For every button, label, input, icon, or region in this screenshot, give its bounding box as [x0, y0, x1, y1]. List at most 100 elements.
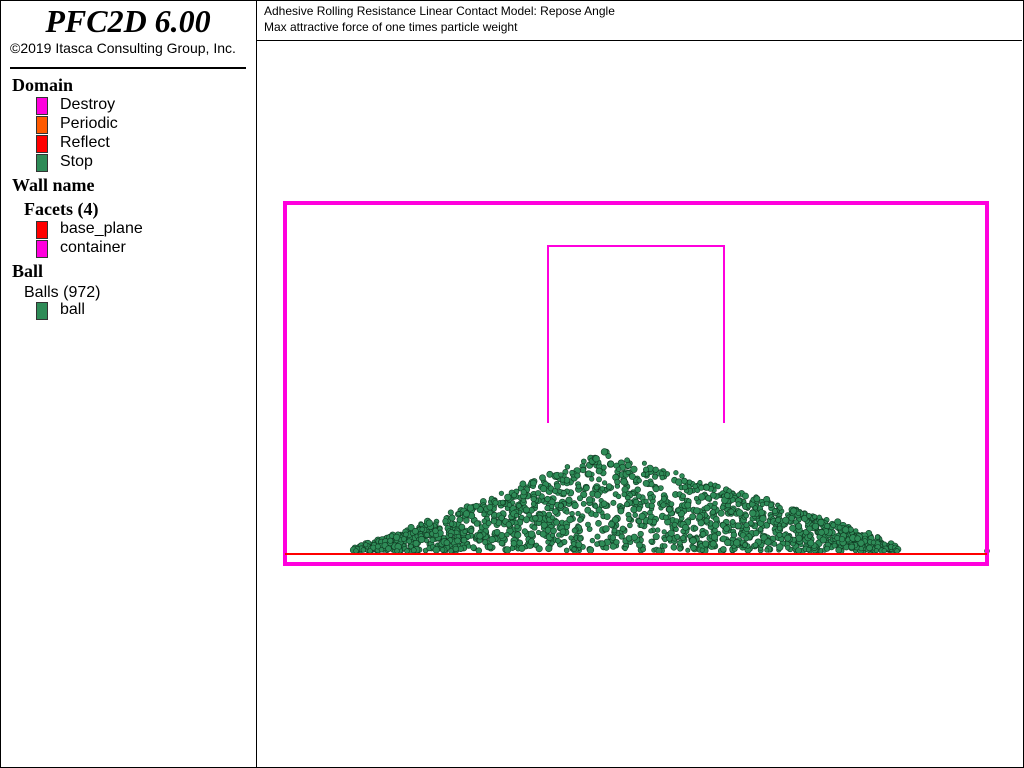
ball [566, 516, 574, 524]
ball [854, 535, 861, 542]
ball [648, 481, 655, 488]
ball [642, 466, 649, 473]
caption-line-2: Max attractive force of one times partic… [264, 20, 518, 34]
ball [394, 548, 400, 554]
ball [817, 518, 825, 526]
ball [730, 531, 738, 539]
ball [385, 545, 392, 552]
ball [614, 478, 621, 486]
ball [673, 470, 679, 476]
ball [620, 478, 628, 486]
ball [571, 527, 578, 534]
ball [575, 483, 582, 490]
ball [510, 540, 518, 547]
ball [842, 526, 850, 534]
ball [503, 546, 512, 554]
ball [752, 542, 759, 548]
ball [705, 495, 712, 502]
model-view[interactable] [257, 41, 1023, 767]
ball [743, 535, 750, 542]
ball [563, 547, 570, 554]
ball [710, 533, 719, 541]
ball [699, 531, 707, 538]
ball [677, 546, 683, 552]
ball [521, 528, 528, 535]
ball [564, 509, 570, 515]
ball [584, 506, 592, 514]
ball [473, 502, 480, 510]
ball [456, 511, 462, 517]
ball [764, 547, 770, 553]
ball [530, 501, 537, 507]
ball [544, 505, 551, 512]
ball [599, 486, 605, 492]
ball [811, 514, 818, 520]
ball [586, 546, 595, 554]
ball [466, 504, 474, 512]
ball [564, 464, 571, 470]
ball [753, 495, 761, 503]
ball [448, 532, 454, 538]
ball [595, 467, 603, 475]
ball [633, 498, 640, 506]
ball [795, 510, 802, 516]
legend-facets-title: Facets (4) [24, 199, 99, 219]
ball [406, 538, 412, 545]
ball [594, 533, 601, 540]
ball [554, 482, 561, 490]
ball [555, 537, 561, 544]
ball [795, 522, 803, 530]
ball [589, 537, 596, 544]
reflect-swatch [36, 135, 48, 153]
legend-wall-title: Wall name [12, 175, 95, 195]
legend-item-label: base_plane [60, 220, 143, 237]
ball [671, 521, 678, 528]
ball [662, 514, 669, 521]
ball [743, 522, 750, 529]
ball [626, 516, 633, 523]
ball [410, 547, 417, 554]
ball [470, 544, 477, 551]
ball [776, 525, 783, 532]
ball [482, 539, 489, 546]
ball [697, 519, 705, 527]
ball [729, 518, 736, 525]
ball [670, 543, 678, 551]
ball [560, 490, 567, 497]
ball [640, 546, 647, 553]
ball [424, 532, 430, 538]
ball [805, 547, 812, 553]
ball [585, 521, 591, 528]
stop-swatch [36, 154, 48, 172]
ball [514, 531, 522, 539]
ball [460, 536, 468, 544]
legend-balls-count: Balls (972) [24, 284, 101, 301]
ball [679, 473, 685, 479]
ball [659, 475, 665, 481]
ball [677, 540, 683, 546]
ball [360, 547, 367, 553]
ball [559, 477, 566, 483]
ball [419, 526, 425, 532]
ball [689, 537, 697, 545]
ball [636, 477, 642, 484]
ball [506, 502, 512, 508]
ball [571, 501, 579, 510]
ball [785, 545, 791, 551]
ball [529, 479, 537, 487]
ball [574, 472, 581, 479]
ball [684, 501, 692, 509]
ball [577, 536, 583, 542]
ball [788, 514, 795, 522]
ball [632, 512, 639, 518]
ball [589, 476, 595, 482]
ball [532, 515, 539, 522]
ball [624, 461, 632, 469]
ball [655, 527, 661, 533]
ball [642, 479, 650, 487]
ball [552, 508, 559, 515]
ball [811, 522, 819, 530]
ball [458, 523, 466, 531]
ball [456, 516, 464, 523]
ball [712, 500, 718, 507]
